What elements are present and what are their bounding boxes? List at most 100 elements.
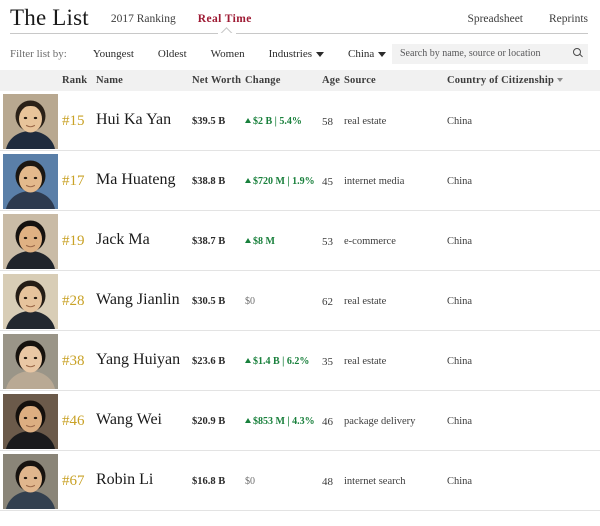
filter-country-dropdown[interactable]: China: [347, 47, 387, 60]
row-rank: #28: [62, 293, 85, 309]
row-change-text: $853 M | 4.3%: [253, 416, 315, 427]
avatar: [3, 214, 58, 269]
nav-tab-2017-ranking[interactable]: 2017 Ranking: [111, 13, 176, 25]
row-change-text: $2 B | 5.4%: [253, 116, 302, 127]
nav-link-spreadsheet[interactable]: Spreadsheet: [467, 13, 523, 25]
row-rank: #38: [62, 353, 85, 369]
avatar-portrait-icon: [3, 334, 58, 389]
filter-industries-dropdown[interactable]: Industries: [269, 48, 324, 60]
row-country: China: [447, 476, 473, 487]
avatar-portrait-icon: [3, 154, 58, 209]
row-country: China: [447, 416, 473, 427]
column-header-net-worth[interactable]: Net Worth: [192, 75, 241, 86]
chevron-down-icon: [315, 52, 324, 57]
column-header-change[interactable]: Change: [245, 75, 281, 86]
search-input[interactable]: Search by name, source or location: [392, 43, 588, 64]
top-navigation: The List 2017 Ranking Real Time Spreadsh…: [0, 0, 600, 40]
column-header-source[interactable]: Source: [344, 75, 376, 86]
row-change-text: $720 M | 1.9%: [253, 176, 315, 187]
filter-oldest-label: Oldest: [157, 47, 187, 60]
avatar: [3, 454, 58, 509]
row-net-worth: $23.6 B: [192, 356, 226, 367]
nav-right-group: Spreadsheet Reprints: [441, 13, 588, 25]
row-name[interactable]: Ma Huateng: [96, 171, 176, 189]
row-source: package delivery: [344, 416, 416, 427]
avatar: [3, 394, 58, 449]
row-net-worth: $38.8 B: [192, 176, 226, 187]
avatar-portrait-icon: [3, 454, 58, 509]
row-name[interactable]: Jack Ma: [96, 231, 150, 249]
change-up-arrow-icon: [245, 178, 251, 183]
sort-descending-icon: [557, 78, 564, 82]
table-row[interactable]: #17 Ma Huateng $38.8 B $720 M | 1.9% 45 …: [0, 151, 600, 211]
active-tab-caret-mask: [218, 33, 236, 36]
row-name[interactable]: Hui Ka Yan: [96, 111, 171, 129]
avatar: [3, 94, 58, 149]
filter-oldest[interactable]: Oldest: [158, 48, 187, 60]
row-change: $2 B | 5.4%: [245, 116, 302, 127]
row-source: real estate: [344, 356, 387, 367]
change-up-arrow-icon: [245, 118, 251, 123]
row-change: $1.4 B | 6.2%: [245, 356, 309, 367]
row-rank: #15: [62, 113, 85, 129]
row-change-text: $8 M: [253, 236, 275, 247]
row-rank: #67: [62, 473, 85, 489]
column-header-name[interactable]: Name: [96, 75, 123, 86]
row-source: internet search: [344, 476, 406, 487]
table-row[interactable]: #38 Yang Huiyan $23.6 B $1.4 B | 6.2% 35…: [0, 331, 600, 391]
row-age: 58: [322, 116, 333, 128]
table-row[interactable]: #28 Wang Jianlin $30.5 B $0 62 real esta…: [0, 271, 600, 331]
table-row[interactable]: #67 Robin Li $16.8 B $0 48 internet sear…: [0, 451, 600, 511]
filter-bar-label: Filter list by:: [10, 47, 67, 60]
row-net-worth: $38.7 B: [192, 236, 226, 247]
page-title: The List: [10, 5, 89, 30]
avatar: [3, 334, 58, 389]
column-header-country-label: Country of Citizenship: [447, 75, 555, 86]
row-rank: #17: [62, 173, 85, 189]
filter-women[interactable]: Women: [211, 48, 245, 60]
row-country: China: [447, 176, 473, 187]
row-source: e-commerce: [344, 236, 396, 247]
table-row[interactable]: #15 Hui Ka Yan $39.5 B $2 B | 5.4% 58 re…: [0, 91, 600, 151]
row-name[interactable]: Yang Huiyan: [96, 351, 180, 369]
table-row[interactable]: #46 Wang Wei $20.9 B $853 M | 4.3% 46 pa…: [0, 391, 600, 451]
row-country: China: [447, 356, 473, 367]
filter-bar: Filter list by: Youngest Oldest Women In…: [0, 37, 600, 70]
row-rank: #19: [62, 233, 85, 249]
nav-tab-real-time[interactable]: Real Time: [198, 13, 252, 25]
row-name[interactable]: Wang Jianlin: [96, 291, 180, 309]
table-body: #15 Hui Ka Yan $39.5 B $2 B | 5.4% 58 re…: [0, 91, 600, 511]
table-row[interactable]: #19 Jack Ma $38.7 B $8 M 53 e-commerce C…: [0, 211, 600, 271]
row-name[interactable]: Robin Li: [96, 471, 153, 489]
avatar-portrait-icon: [3, 214, 58, 269]
change-up-arrow-icon: [245, 358, 251, 363]
avatar: [3, 154, 58, 209]
filter-industries-label: Industries: [268, 47, 312, 60]
avatar-portrait-icon: [3, 394, 58, 449]
row-net-worth: $16.8 B: [192, 476, 226, 487]
page-root: The List 2017 Ranking Real Time Spreadsh…: [0, 0, 600, 526]
row-country: China: [447, 236, 473, 247]
row-net-worth: $39.5 B: [192, 116, 226, 127]
filter-youngest[interactable]: Youngest: [93, 48, 134, 60]
search-placeholder: Search by name, source or location: [400, 48, 541, 59]
row-age: 35: [322, 356, 333, 368]
column-header-rank[interactable]: Rank: [62, 75, 87, 86]
row-change: $8 M: [245, 236, 275, 247]
row-source: real estate: [344, 116, 387, 127]
row-country: China: [447, 116, 473, 127]
row-net-worth: $20.9 B: [192, 416, 226, 427]
row-source: real estate: [344, 296, 387, 307]
nav-link-reprints[interactable]: Reprints: [549, 13, 588, 25]
chevron-down-icon: [378, 52, 387, 57]
row-change-text: $0: [245, 476, 255, 487]
avatar-portrait-icon: [3, 274, 58, 329]
avatar: [3, 274, 58, 329]
search-icon[interactable]: [573, 47, 581, 56]
row-age: 53: [322, 236, 333, 248]
row-source: internet media: [344, 176, 405, 187]
row-name[interactable]: Wang Wei: [96, 411, 162, 429]
filter-country-label: China: [347, 47, 375, 60]
column-header-age[interactable]: Age: [322, 75, 340, 86]
column-header-country[interactable]: Country of Citizenship: [447, 75, 564, 86]
